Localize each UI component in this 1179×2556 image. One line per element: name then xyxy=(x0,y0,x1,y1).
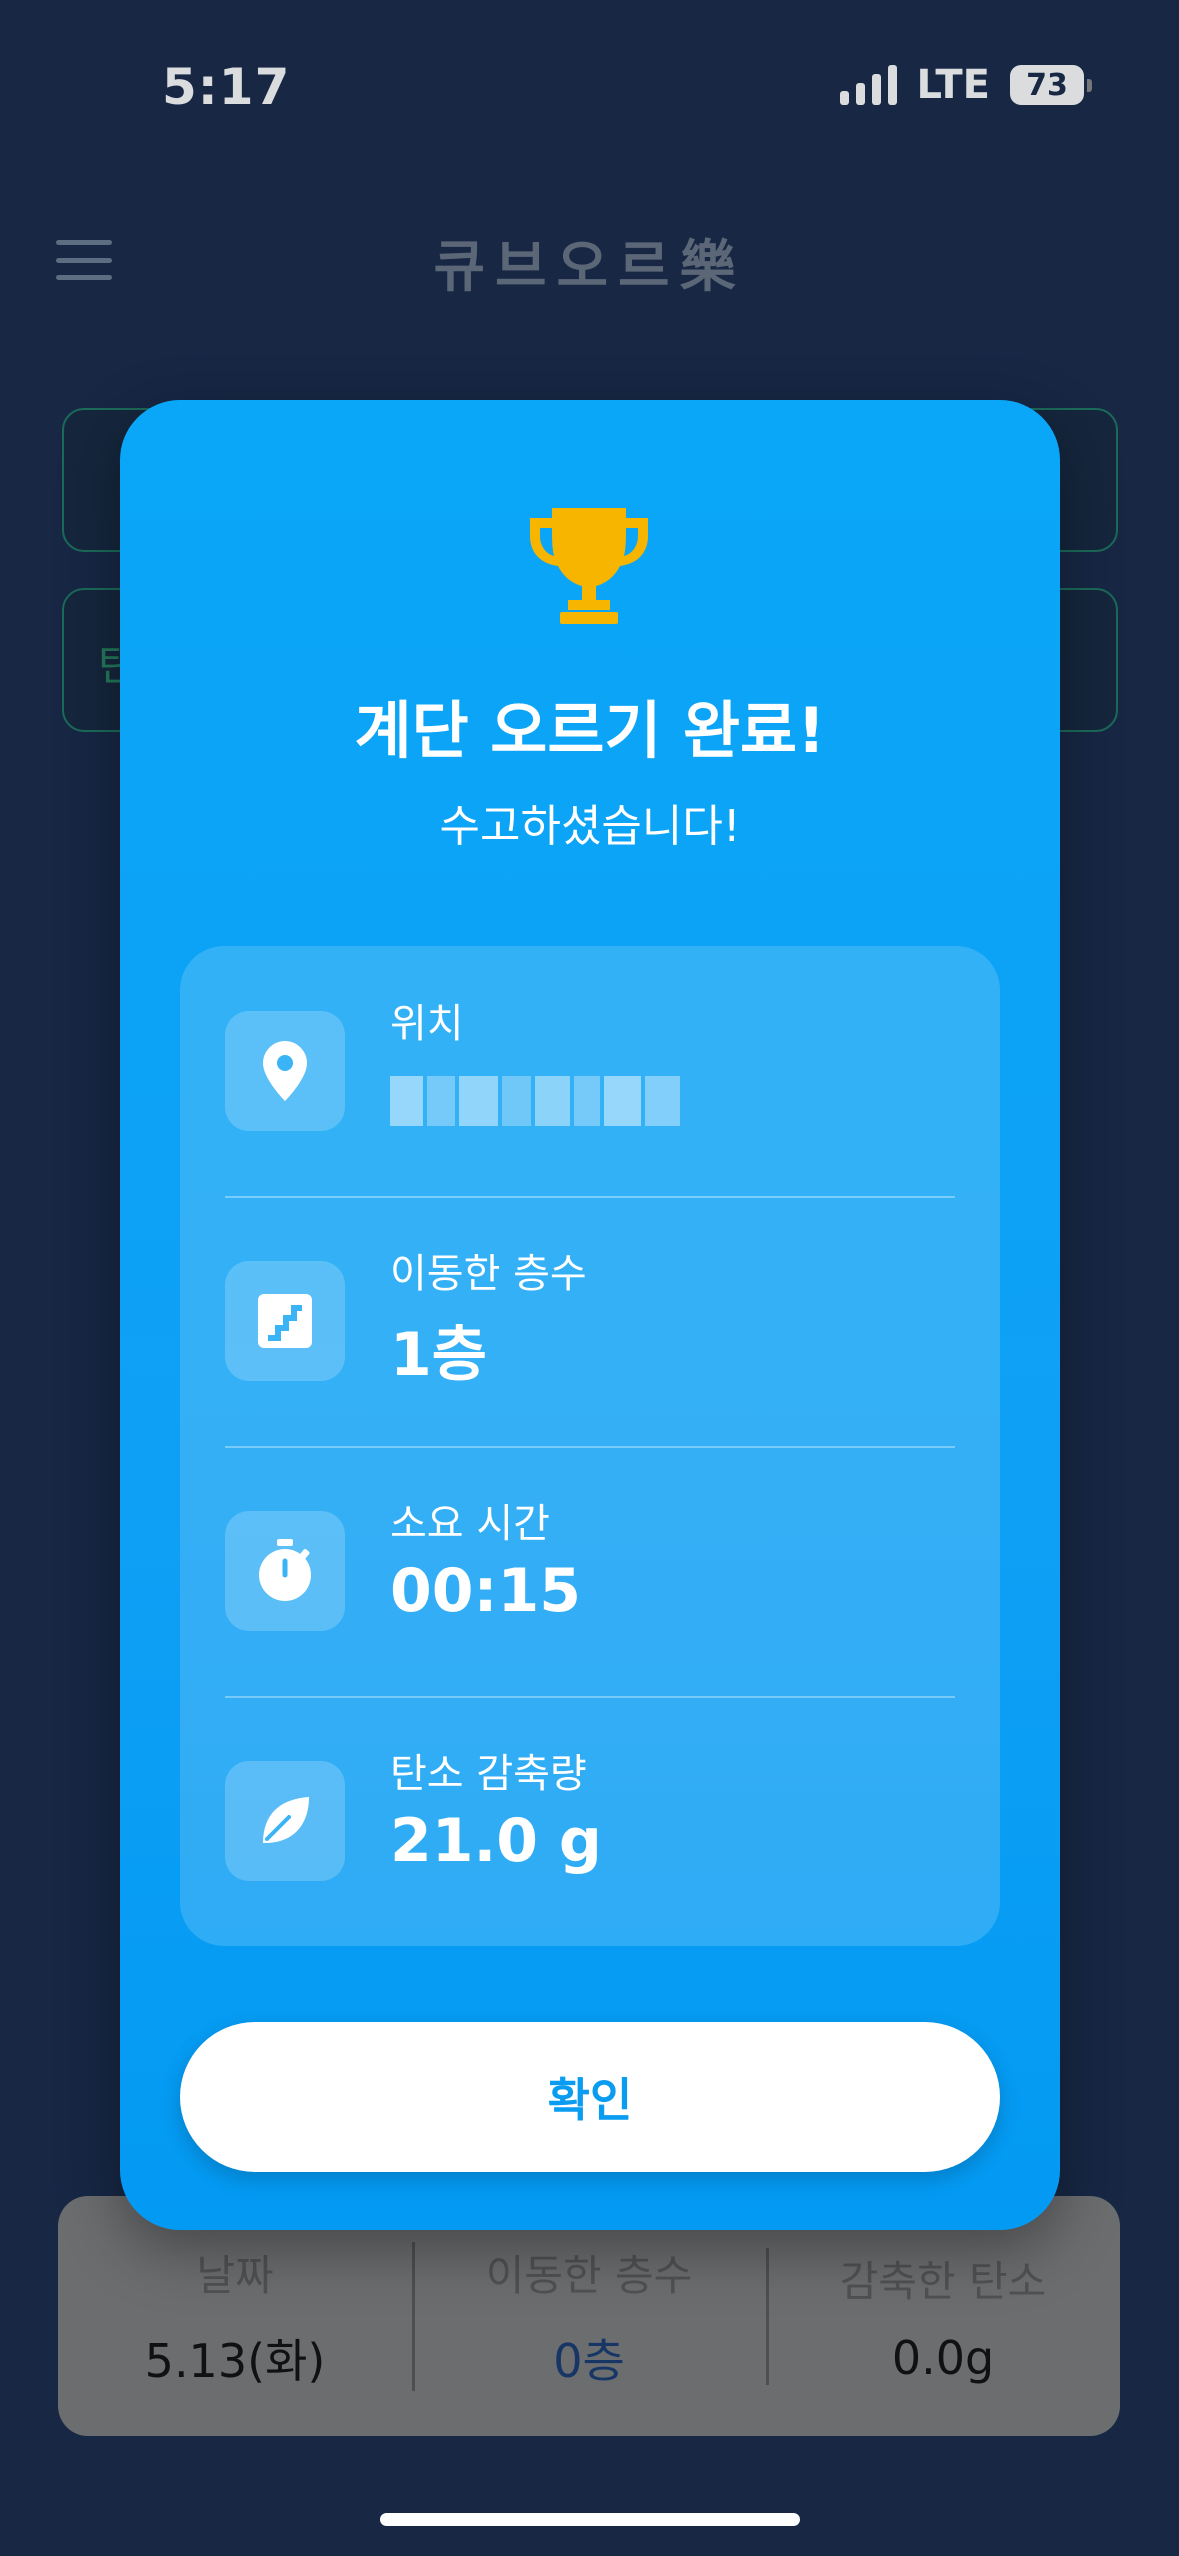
floors-value: 1층 xyxy=(390,1320,487,1390)
location-value-redacted xyxy=(390,1076,680,1126)
location-pin-icon xyxy=(225,1011,345,1131)
stopwatch-icon xyxy=(225,1511,345,1631)
carbon-row: 탄소 감축량 21.0 g xyxy=(180,1696,1000,1946)
trophy-icon xyxy=(530,508,648,624)
floors-row: 이동한 층수 1층 xyxy=(180,1196,1000,1446)
leaf-icon xyxy=(225,1761,345,1881)
location-row: 위치 xyxy=(180,946,1000,1196)
location-label: 위치 xyxy=(390,1001,464,1047)
modal-title: 계단 오르기 완료! xyxy=(354,694,826,767)
floors-label: 이동한 층수 xyxy=(390,1251,587,1297)
confirm-button[interactable]: 확인 xyxy=(180,2022,1000,2172)
completion-modal: 계단 오르기 완료! 수고하셨습니다! 위치 이동한 층수 1층 소요 시간 0… xyxy=(120,400,1060,2230)
home-indicator[interactable] xyxy=(380,2513,800,2526)
time-value: 00:15 xyxy=(390,1556,581,1626)
time-label: 소요 시간 xyxy=(390,1501,550,1547)
stairs-icon xyxy=(225,1261,345,1381)
time-row: 소요 시간 00:15 xyxy=(180,1446,1000,1696)
carbon-label: 탄소 감축량 xyxy=(390,1751,587,1797)
modal-subtitle: 수고하셨습니다! xyxy=(439,801,741,852)
result-panel: 위치 이동한 층수 1층 소요 시간 00:15 탄소 감축량 21.0 g xyxy=(180,946,1000,1946)
carbon-value: 21.0 g xyxy=(390,1806,602,1876)
